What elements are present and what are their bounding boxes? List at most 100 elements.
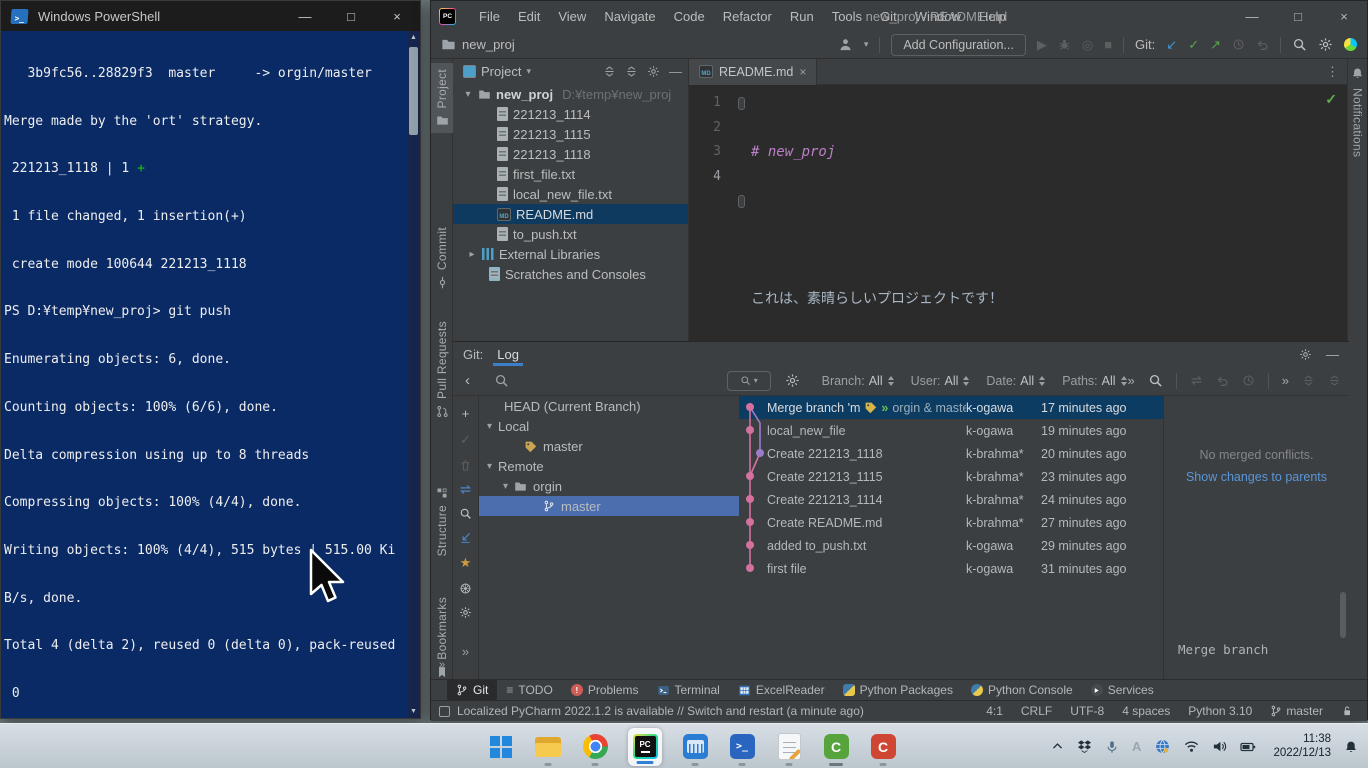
fold-marker-icon[interactable] (738, 97, 745, 110)
git-push-icon[interactable]: ↗ (1210, 37, 1221, 53)
toolwindow-python-console[interactable]: Python Console (962, 680, 1082, 701)
log-settings-gear-icon[interactable] (785, 373, 800, 388)
add-configuration-button[interactable]: Add Configuration... (891, 34, 1026, 56)
git-panel-hide-icon[interactable]: — (1326, 347, 1339, 362)
log-filter-search-combo[interactable]: ▾ (727, 371, 771, 391)
stripe-commit[interactable]: Commit (431, 227, 453, 289)
git-log-tab[interactable]: Log (491, 342, 525, 366)
toolwindow-services[interactable]: Services (1082, 680, 1163, 701)
tab-readme[interactable]: MD README.md × (689, 59, 817, 85)
filter-branch[interactable]: Branch:All (822, 374, 895, 388)
stripe-project[interactable]: Project (431, 63, 453, 133)
toolwindow-todo[interactable]: ≡ TODO (497, 680, 561, 701)
branch-head-row[interactable]: HEAD (Current Branch) (479, 396, 739, 416)
search-everywhere-icon[interactable] (1292, 37, 1307, 52)
toolbar-project-name[interactable]: new_proj (462, 37, 515, 52)
powershell-minimize-button[interactable]: — (282, 1, 328, 31)
file-encoding[interactable]: UTF-8 (1070, 704, 1104, 718)
project-settings-gear-icon[interactable] (647, 65, 660, 78)
git-commit-icon[interactable]: ✓ (1188, 37, 1199, 53)
dropbox-icon[interactable] (1077, 739, 1092, 754)
commit-row[interactable]: Create 221213_1114 k-brahma* 24 minutes … (739, 488, 1163, 511)
menu-file[interactable]: File (470, 9, 509, 24)
volume-icon[interactable] (1212, 739, 1227, 754)
menu-refactor[interactable]: Refactor (714, 9, 781, 24)
tree-file-row[interactable]: to_push.txt (453, 224, 688, 244)
editor-more-icon[interactable]: ⋮ (1326, 64, 1349, 80)
rollback-icon[interactable] (1256, 38, 1269, 51)
notifications-bell-icon[interactable] (1351, 67, 1364, 80)
taskbar-system-monitor[interactable] (680, 727, 710, 767)
taskbar-clock[interactable]: 11:38 2022/12/13 (1273, 733, 1331, 760)
scroll-down-icon[interactable]: ▼ (407, 705, 420, 718)
toolwindow-excelreader[interactable]: ExcelReader (729, 680, 834, 701)
scrollbar-thumb[interactable] (409, 47, 418, 135)
expand-all-icon[interactable] (1302, 374, 1315, 387)
show-changes-link[interactable]: Show changes to parents (1164, 470, 1349, 484)
delete-branch-icon[interactable] (459, 459, 472, 472)
tree-file-row[interactable]: first_file.txt (453, 164, 688, 184)
project-view-dropdown-icon[interactable]: ▾ (526, 66, 531, 77)
status-message[interactable]: Localized PyCharm 2022.1.2 is available … (457, 704, 864, 718)
pycharm-titlebar[interactable]: PC File Edit View Navigate Code Refactor… (431, 1, 1367, 31)
fetch-icon[interactable] (459, 531, 472, 544)
new-branch-icon[interactable]: + (462, 406, 470, 421)
taskbar-camtasia-red[interactable]: C (868, 727, 898, 767)
branch-remote-group[interactable]: ▾ Remote (479, 456, 739, 476)
taskbar-chrome[interactable] (580, 727, 610, 767)
inspection-ok-icon[interactable]: ✓ (1325, 91, 1337, 108)
scroll-up-icon[interactable]: ▲ (407, 31, 420, 44)
compare-branches-icon[interactable] (459, 483, 472, 496)
git-panel-gear-icon[interactable] (1299, 348, 1312, 361)
powershell-scrollbar[interactable]: ▲ ▼ (407, 31, 420, 718)
revert-icon[interactable] (1216, 374, 1229, 387)
filter-user[interactable]: User:All (911, 374, 971, 388)
branch-local-group[interactable]: ▾ Local (479, 416, 739, 436)
taskbar-explorer[interactable] (533, 727, 563, 767)
line-ending[interactable]: CRLF (1021, 704, 1052, 718)
ime-indicator[interactable]: A (1132, 739, 1141, 754)
user-dropdown-icon[interactable]: ▾ (864, 39, 869, 50)
commit-row[interactable]: Create 221213_1118 k-brahma* 20 minutes … (739, 442, 1163, 465)
tree-file-row[interactable]: local_new_file.txt (453, 184, 688, 204)
git-branch-widget[interactable]: master (1270, 704, 1323, 718)
favorite-branch-icon[interactable]: ★ (460, 555, 472, 571)
commit-row[interactable]: local_new_file k-ogawa 19 minutes ago (739, 419, 1163, 442)
menu-tools[interactable]: Tools (823, 9, 871, 24)
branch-search-icon[interactable] (494, 373, 509, 388)
commit-row[interactable]: Create README.md k-brahma* 27 minutes ag… (739, 511, 1163, 534)
checkout-icon[interactable]: ✓ (460, 432, 471, 448)
log-search-icon[interactable] (1148, 373, 1163, 388)
powershell-console[interactable]: 3b9fc56..28829f3 master -> orgin/master … (1, 31, 407, 718)
stop-icon[interactable]: ■ (1104, 37, 1112, 52)
select-opened-file-icon[interactable] (603, 65, 616, 78)
stripe-notifications[interactable]: Notifications (1351, 88, 1365, 157)
browse-icon[interactable] (459, 582, 472, 595)
cherry-pick-icon[interactable] (1190, 374, 1203, 387)
run-icon[interactable]: ▶ (1037, 37, 1047, 53)
settings-gear-icon[interactable] (1318, 37, 1333, 52)
menu-run[interactable]: Run (781, 9, 823, 24)
indent-setting[interactable]: 4 spaces (1122, 704, 1170, 718)
menu-navigate[interactable]: Navigate (595, 9, 664, 24)
toolwindow-python-packages[interactable]: Python Packages (834, 680, 962, 701)
editor-content[interactable]: # new_proj これは、素晴らしいプロジェクトです！ (751, 85, 1349, 341)
taskbar-camtasia-green[interactable]: C (821, 727, 851, 767)
tab-close-icon[interactable]: × (799, 65, 806, 79)
pycharm-close-button[interactable]: × (1321, 1, 1367, 31)
commit-row[interactable]: first file k-ogawa 31 minutes ago (739, 557, 1163, 580)
pycharm-maximize-button[interactable]: □ (1275, 1, 1321, 31)
taskbar-powershell[interactable]: >_ (727, 727, 757, 767)
notification-center-bell-icon[interactable] (1344, 740, 1358, 754)
toolwindow-problems[interactable]: ! Problems (562, 680, 648, 701)
tray-overflow-chevron-icon[interactable] (1051, 740, 1064, 753)
collapse-all-icon[interactable] (1328, 374, 1341, 387)
more-branch-actions-icon[interactable]: » (462, 644, 469, 659)
branch-remote-master-row-selected[interactable]: master (479, 496, 739, 516)
browser-globe-icon[interactable] (1154, 738, 1171, 755)
collapse-all-icon[interactable] (625, 65, 638, 78)
powershell-close-button[interactable]: × (374, 1, 420, 31)
filter-date[interactable]: Date:All (986, 374, 1046, 388)
tree-file-row-selected[interactable]: MDREADME.md (453, 204, 688, 224)
tree-external-libraries-row[interactable]: ▸ External Libraries (453, 244, 688, 264)
